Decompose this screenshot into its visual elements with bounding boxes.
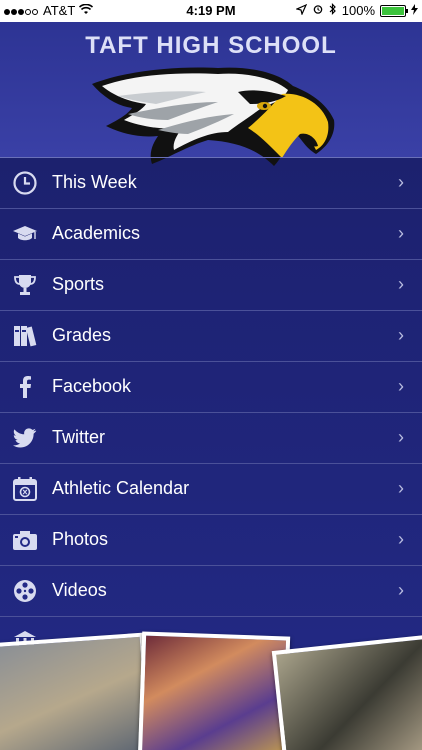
charging-icon	[411, 3, 418, 18]
location-icon	[294, 3, 307, 18]
menu-item-label: Athletic Calendar	[52, 478, 190, 498]
battery-percent: 100%	[341, 3, 375, 18]
theater-photo[interactable]	[137, 631, 291, 750]
books-icon	[12, 323, 38, 349]
twitter-icon	[12, 425, 38, 451]
eagle-logo	[92, 67, 335, 166]
graduation-cap-icon	[12, 221, 38, 247]
menu-item-photos[interactable]: Photos ›	[0, 514, 422, 565]
menu-item-twitter[interactable]: Twitter ›	[0, 412, 422, 463]
menu-item-label: This Week	[52, 172, 137, 192]
chevron-right-icon: ›	[398, 172, 404, 192]
calendar-icon	[12, 476, 38, 502]
menu-item-label: Grades	[52, 325, 112, 345]
menu-item-label: Academics	[52, 223, 141, 243]
film-reel-icon	[12, 578, 38, 604]
menu-item-this-week[interactable]: This Week ›	[0, 157, 422, 208]
status-bar: AT&T 4:19 PM 100%	[0, 0, 422, 22]
chevron-right-icon: ›	[398, 580, 404, 600]
trophy-icon	[12, 272, 38, 298]
clock-icon	[12, 170, 38, 196]
chevron-right-icon: ›	[398, 376, 404, 396]
alarm-icon	[312, 3, 324, 18]
menu-item-label: Twitter	[52, 427, 106, 447]
menu-item-label: Facebook	[52, 376, 132, 396]
chevron-right-icon: ›	[398, 274, 404, 294]
menu-item-sports[interactable]: Sports ›	[0, 259, 422, 310]
chevron-right-icon: ›	[398, 325, 404, 345]
menu-item-grades[interactable]: Grades ›	[0, 310, 422, 361]
menu-item-athletic-calendar[interactable]: Athletic Calendar ›	[0, 463, 422, 514]
app-header: TAFT HIGH SCHOOL	[0, 22, 422, 166]
chevron-right-icon: ›	[398, 427, 404, 447]
menu-item-academics[interactable]: Academics ›	[0, 208, 422, 259]
main-menu: This Week › Academics › Sports › Grades …	[0, 157, 422, 667]
menu-item-label: Photos	[52, 529, 109, 549]
menu-item-label: Sports	[52, 274, 105, 294]
menu-item-facebook[interactable]: Facebook ›	[0, 361, 422, 412]
photo-collage	[0, 620, 422, 750]
menu-item-label: Videos	[52, 580, 107, 600]
school-title: TAFT HIGH SCHOOL	[85, 32, 337, 59]
baseball-photo[interactable]	[0, 632, 153, 750]
cadets-photo[interactable]	[271, 633, 422, 750]
status-bar-right: 100%	[294, 3, 418, 18]
facebook-icon	[12, 374, 38, 400]
battery-icon	[380, 4, 408, 17]
chevron-right-icon: ›	[398, 223, 404, 243]
chevron-right-icon: ›	[398, 478, 404, 498]
chevron-right-icon: ›	[398, 529, 404, 549]
menu-item-videos[interactable]: Videos ›	[0, 565, 422, 616]
camera-icon	[12, 527, 38, 553]
bluetooth-icon	[329, 3, 337, 18]
